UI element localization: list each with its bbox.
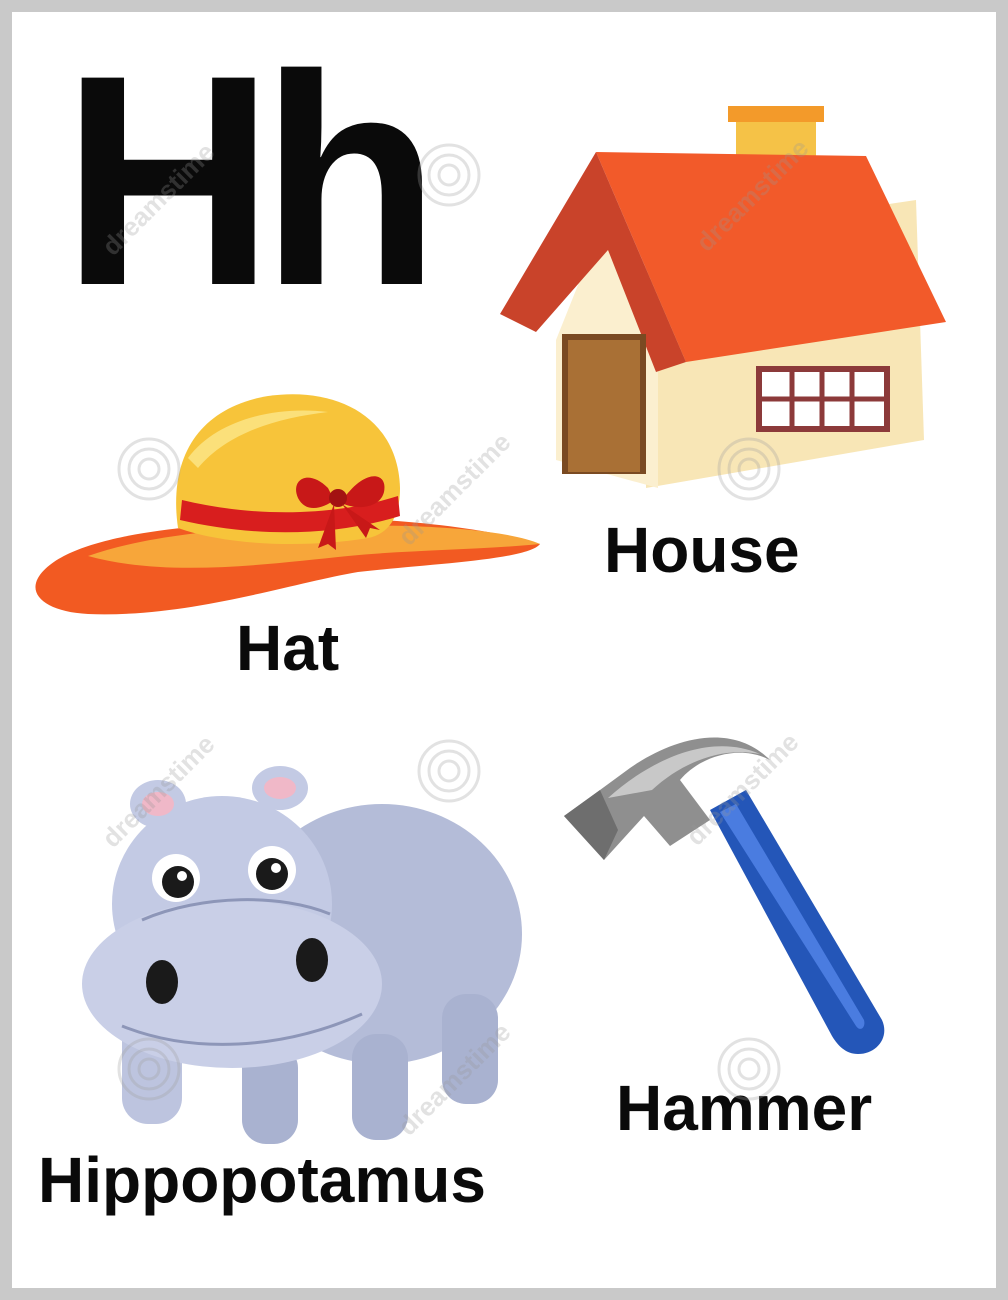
word-house: House xyxy=(604,514,800,586)
hat-icon xyxy=(35,394,540,615)
hammer-icon xyxy=(564,737,885,1054)
word-hippopotamus: Hippopotamus xyxy=(38,1144,486,1216)
house-icon xyxy=(500,106,946,488)
word-hammer: Hammer xyxy=(616,1072,873,1144)
letter-title: Hh xyxy=(62,12,440,348)
hippopotamus-icon xyxy=(82,766,522,1144)
word-hat: Hat xyxy=(236,612,340,684)
